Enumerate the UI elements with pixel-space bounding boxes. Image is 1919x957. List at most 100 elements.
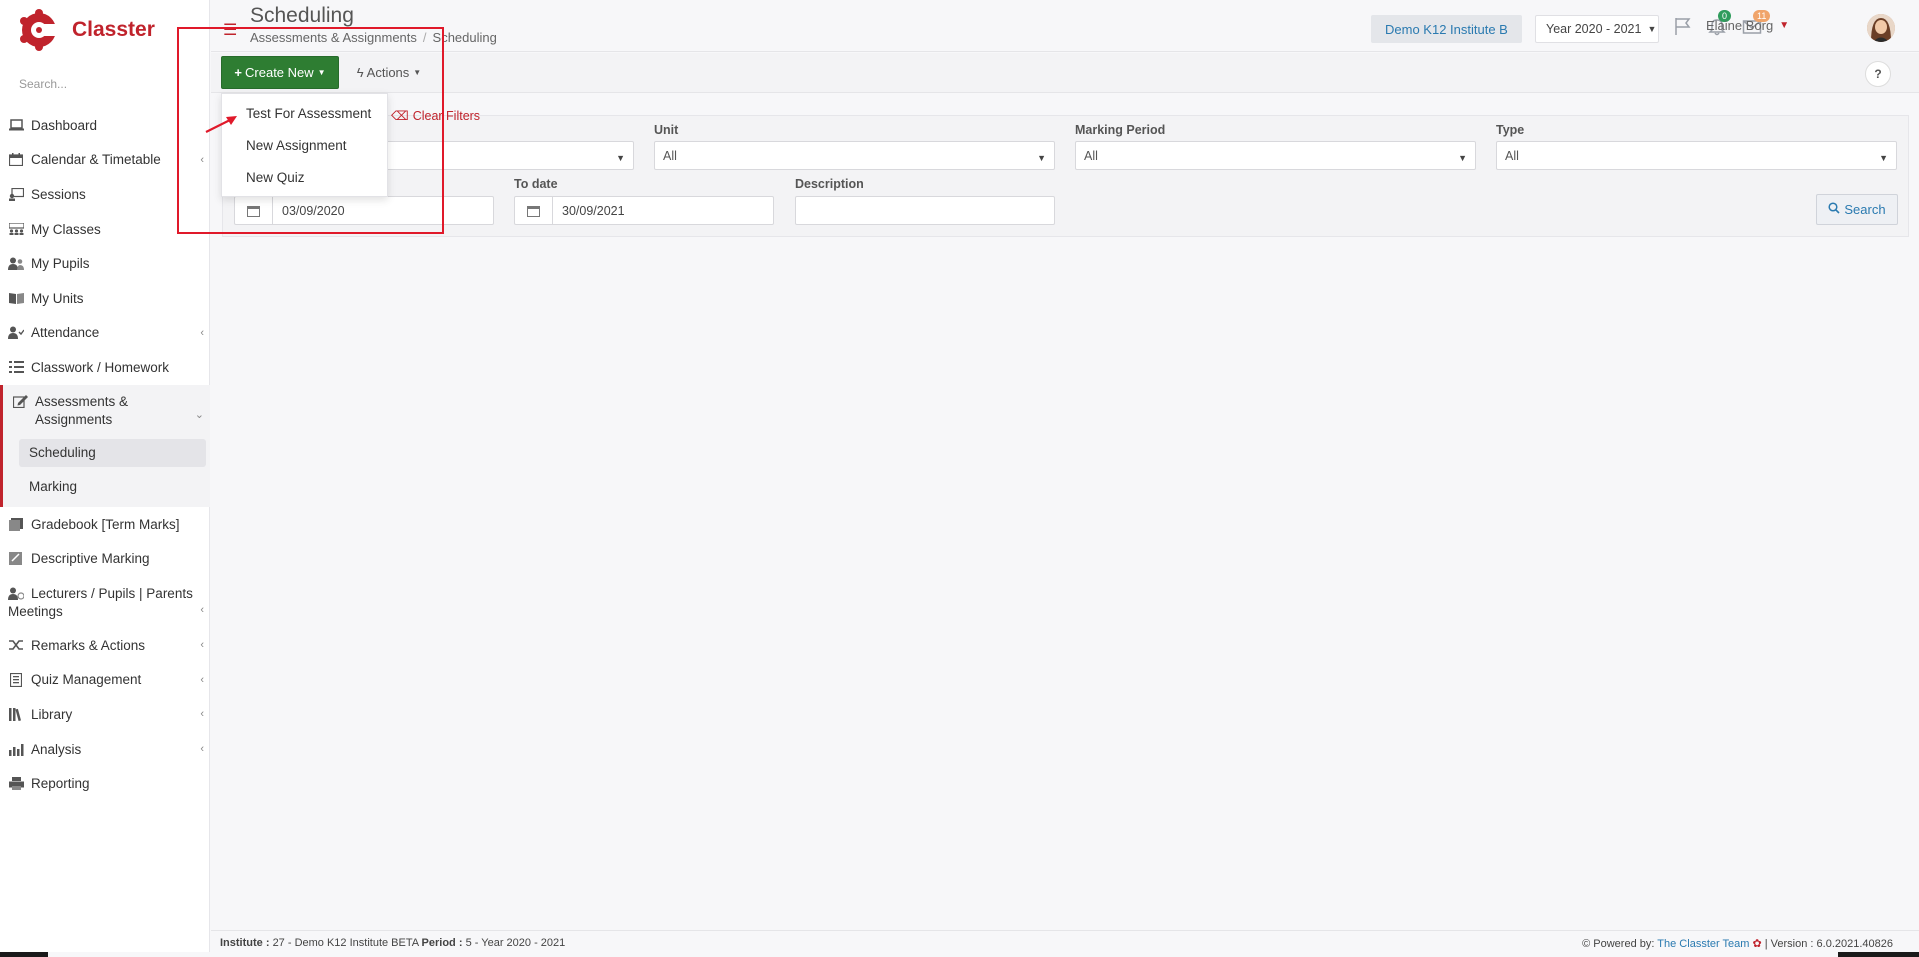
caret-down-icon: ▼ (1779, 20, 1790, 31)
bottom-strip (0, 952, 1919, 957)
user-name: Elaine Borg (1706, 18, 1774, 33)
menu-item-new-assignment[interactable]: New Assignment (222, 129, 387, 161)
caret-down-icon: ▼ (1647, 24, 1657, 34)
sidebar-nav: Dashboard Calendar & Timetable ‹ Session… (0, 108, 210, 801)
from-date-input[interactable] (273, 197, 493, 224)
edit-icon (12, 395, 28, 409)
book-icon (8, 291, 24, 305)
sidebar-item-meetings[interactable]: Lecturers / Pupils | Parents Meetings ‹ (0, 576, 210, 628)
marking-period-select[interactable]: All ▼ (1075, 141, 1476, 170)
list-icon (8, 360, 24, 374)
bottom-strip-segment (48, 952, 1838, 957)
type-label: Type (1496, 123, 1525, 137)
sidebar-item-dashboard[interactable]: Dashboard (0, 108, 210, 143)
sidebar-item-reporting[interactable]: Reporting (0, 766, 210, 801)
unit-select[interactable]: All ▼ (654, 141, 1055, 170)
menu-item-new-quiz[interactable]: New Quiz (222, 161, 387, 193)
sidebar-item-my-units[interactable]: My Units (0, 281, 210, 316)
calendar-icon[interactable] (515, 197, 553, 224)
copyright-icon: © (1582, 938, 1591, 950)
year-select[interactable]: Year 2020 - 2021 ▼ (1535, 15, 1659, 43)
sidebar-item-descriptive-marking[interactable]: Descriptive Marking (0, 541, 210, 576)
sidebar-group-assessments: Assessments & Assignments ⌄ Scheduling M… (0, 384, 210, 507)
footer-powered-by: Powered by: (1593, 938, 1655, 950)
classes-icon (8, 222, 24, 236)
description-label: Description (795, 177, 864, 191)
flag-icon[interactable] (1673, 16, 1695, 38)
user-menu[interactable]: Elaine Borg ▼ (1706, 18, 1789, 33)
sidebar-item-assessments-assignments[interactable]: Assessments & Assignments ⌄ (3, 384, 210, 437)
users-icon (8, 257, 24, 271)
sidebar-item-calendar[interactable]: Calendar & Timetable ‹ (0, 143, 210, 178)
actions-label: Actions (366, 65, 410, 80)
unit-select-value: All (663, 148, 677, 163)
year-select-value: Year 2020 - 2021 (1546, 22, 1642, 36)
breadcrumb-item-current: Scheduling (432, 30, 497, 45)
sidebar-item-gradebook[interactable]: Gradebook [Term Marks] (0, 507, 210, 542)
actions-button[interactable]: ϟ Actions ▼ (351, 56, 427, 89)
to-date-label: To date (514, 177, 558, 191)
description-input[interactable] (795, 196, 1055, 225)
type-select-value: All (1505, 148, 1519, 163)
footer-institute-label: Institute : (220, 937, 270, 949)
chevron-left-icon: ‹ (200, 639, 204, 652)
sidebar-item-my-classes[interactable]: My Classes (0, 212, 210, 247)
footer-credits: © Powered by: The Classter Team ✿ | Vers… (1582, 937, 1893, 950)
clear-filters-button[interactable]: ⌫ Clear Filters (391, 108, 480, 123)
calendar-icon (8, 153, 24, 167)
sidebar-item-label: Classwork / Homework (31, 359, 170, 375)
caret-down-icon: ▼ (413, 68, 422, 77)
sidebar-item-analysis[interactable]: Analysis ‹ (0, 732, 210, 767)
sidebar-item-quiz-management[interactable]: Quiz Management ‹ (0, 663, 210, 698)
sidebar-item-label: Assessments & Assignments (35, 393, 129, 427)
breadcrumb-item[interactable]: Assessments & Assignments (250, 30, 417, 45)
sidebar-item-label: Attendance (31, 325, 100, 341)
shuffle-icon (8, 638, 24, 652)
sidebar-item-label: Remarks & Actions (31, 637, 146, 653)
sidebar-item-sessions[interactable]: Sessions (0, 177, 210, 212)
footer-period-value: 5 - Year 2020 - 2021 (465, 937, 566, 949)
classter-logo[interactable]: Classter (18, 8, 155, 52)
calendar-icon[interactable] (235, 197, 273, 224)
help-button[interactable]: ? (1865, 61, 1891, 87)
create-new-button[interactable]: + Create New ▼ (221, 56, 339, 89)
search-button[interactable]: Search (1816, 194, 1898, 225)
top-header: ☰ Scheduling Assessments & Assignments / S… (211, 0, 1919, 52)
sidebar-item-label: Sessions (31, 186, 86, 202)
laptop-icon (8, 118, 24, 132)
sidebar-item-label: My Units (31, 290, 84, 306)
footer-version: | Version : 6.0.2021.40826 (1764, 938, 1893, 950)
sidebar-subitem-marking[interactable]: Marking (3, 471, 210, 503)
type-select[interactable]: All ▼ (1496, 141, 1897, 170)
clear-filters-label: Clear Filters (412, 109, 481, 123)
plus-icon: + (234, 65, 243, 80)
sidebar-search-input[interactable] (12, 72, 198, 96)
sidebar-subitem-scheduling[interactable]: Scheduling (19, 438, 206, 467)
footer-institute-value: 27 - Demo K12 Institute BETA (272, 937, 419, 949)
printer-icon (8, 777, 24, 791)
meetings-label-wrap: Lecturers / Pupils | Parents Meetings (8, 585, 198, 621)
chevron-left-icon: ‹ (200, 673, 204, 686)
hamburger-menu-icon[interactable]: ☰ (223, 20, 237, 40)
sidebar-item-label: Quiz Management (31, 672, 142, 688)
marking-period-select-value: All (1084, 148, 1098, 163)
sidebar-item-label: Reporting (31, 776, 90, 792)
sidebar-item-remarks-actions[interactable]: Remarks & Actions ‹ (0, 628, 210, 663)
gradebook-icon (8, 517, 24, 531)
sidebar-item-attendance[interactable]: Attendance ‹ (0, 316, 210, 351)
create-new-label: Create New (245, 65, 314, 80)
app-name: Classter (72, 18, 155, 41)
sidebar-item-label: Gradebook [Term Marks] (31, 516, 180, 532)
chevron-left-icon: ‹ (200, 326, 204, 339)
from-date-field[interactable] (234, 196, 494, 225)
footer-team-link[interactable]: The Classter Team (1657, 938, 1749, 950)
to-date-field[interactable] (514, 196, 774, 225)
sidebar-item-library[interactable]: Library ‹ (0, 697, 210, 732)
sidebar-item-classwork-homework[interactable]: Classwork / Homework (0, 350, 210, 385)
to-date-input[interactable] (553, 197, 773, 224)
menu-item-test-for-assessment[interactable]: Test For Assessment (222, 97, 387, 129)
caret-down-icon: ▼ (1037, 153, 1046, 163)
sidebar-item-my-pupils[interactable]: My Pupils (0, 246, 210, 281)
avatar[interactable] (1867, 14, 1895, 42)
institute-button[interactable]: Demo K12 Institute B (1371, 15, 1522, 43)
